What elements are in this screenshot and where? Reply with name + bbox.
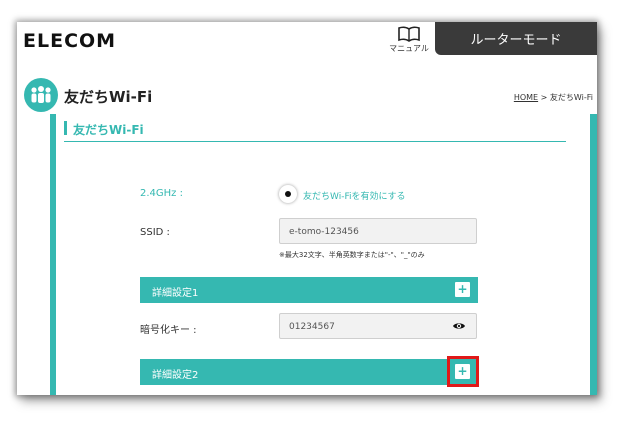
elecom-logo: ELECOM — [23, 30, 117, 52]
ssid-label: SSID : — [140, 227, 170, 238]
encryption-key-input[interactable]: 01234567 — [279, 313, 477, 339]
manual-label: マニュアル — [389, 44, 429, 53]
enable-friends-wifi-radio[interactable] — [279, 185, 297, 203]
highlight-box — [447, 356, 479, 387]
radio-selected-dot — [285, 191, 291, 197]
breadcrumb-home-link[interactable]: HOME — [514, 93, 538, 102]
content-right-border — [590, 114, 597, 395]
breadcrumb: HOME > 友だちWi-Fi — [514, 92, 593, 103]
breadcrumb-separator: > — [538, 93, 550, 102]
encryption-key-label: 暗号化キー : — [140, 325, 197, 336]
advanced-settings-1-label: 詳細設定1 — [152, 288, 199, 299]
encryption-key-value: 01234567 — [289, 322, 335, 332]
advanced-settings-2-header[interactable]: 詳細設定2 + — [140, 359, 478, 385]
manual-link[interactable]: マニュアル — [389, 26, 429, 54]
router-admin-window: ELECOM マニュアル ルーターモード 友だちWi-Fi HOME > 友だち… — [17, 22, 597, 395]
ssid-input[interactable]: e-tomo-123456 — [279, 218, 477, 244]
advanced-settings-2-label: 詳細設定2 — [152, 370, 199, 381]
content-left-border — [50, 114, 56, 395]
book-icon — [398, 26, 420, 42]
section-marker — [64, 121, 67, 135]
section-header: 友だちWi-Fi — [64, 121, 566, 142]
eye-icon[interactable] — [452, 321, 466, 331]
router-mode-button[interactable]: ルーターモード — [435, 22, 597, 55]
expand-advanced-1-button[interactable]: + — [455, 282, 470, 297]
band-label: 2.4GHz : — [140, 188, 183, 199]
enable-friends-wifi-label[interactable]: 友だちWi-Fiを有効にする — [303, 189, 406, 202]
friends-icon — [24, 78, 58, 112]
ssid-hint: ※最大32文字、半角英数字または"-"、"_"のみ — [279, 251, 425, 259]
breadcrumb-current: 友だちWi-Fi — [549, 93, 593, 102]
page-title: 友だちWi-Fi — [64, 88, 153, 106]
advanced-settings-1-header[interactable]: 詳細設定1 + — [140, 277, 478, 303]
section-title: 友だちWi-Fi — [73, 123, 144, 137]
